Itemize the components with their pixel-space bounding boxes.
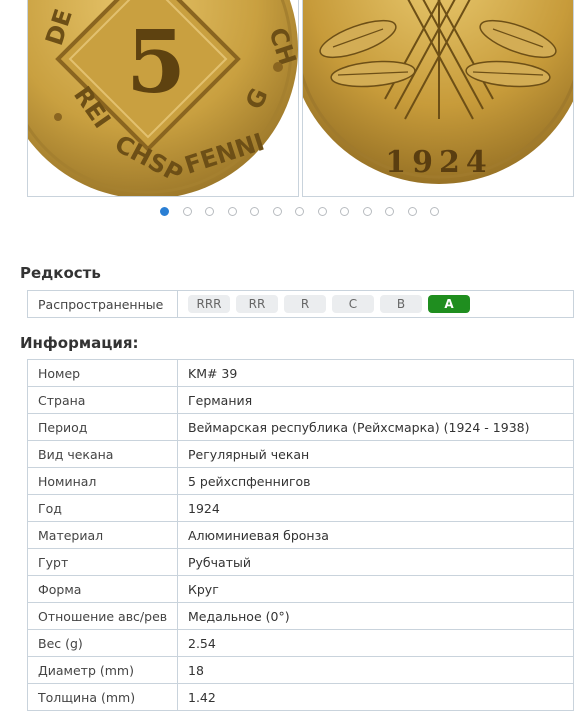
info-row: Гурт Рубчатый — [27, 548, 574, 576]
info-key: Страна — [27, 386, 178, 414]
slider-dot[interactable] — [385, 207, 394, 216]
info-value: Круг — [177, 575, 574, 603]
info-value: Рубчатый — [177, 548, 574, 576]
info-row: Отношение авс/рев Медальное (0°) — [27, 602, 574, 630]
info-row: Диаметр (mm) 18 — [27, 656, 574, 684]
info-row: Толщина (mm) 1.42 — [27, 683, 574, 711]
rarity-grade-badge: RRR — [188, 295, 230, 313]
rarity-row: Распространенные RRR RR R C B A — [27, 290, 574, 318]
info-row: Материал Алюминиевая бронза — [27, 521, 574, 549]
rarity-grade-badge: B — [380, 295, 422, 313]
rarity-heading: Редкость — [20, 264, 101, 282]
slider-dot[interactable] — [182, 207, 192, 216]
info-key: Номинал — [27, 467, 178, 495]
rarity-grade-badge: R — [284, 295, 326, 313]
info-key: Материал — [27, 521, 178, 549]
slider-dot[interactable] — [340, 207, 349, 216]
info-value: Медальное (0°) — [177, 602, 574, 630]
info-value: Веймарская республика (Рейхсмарка) (1924… — [177, 413, 574, 441]
info-key: Вес (g) — [27, 629, 178, 657]
slider-dot[interactable] — [317, 207, 327, 216]
info-value: 2.54 — [177, 629, 574, 657]
slider-dot[interactable] — [362, 207, 372, 216]
info-value: Алюминиевая бронза — [177, 521, 574, 549]
slider-dot[interactable] — [160, 207, 169, 216]
coin-year: 1924 — [385, 145, 493, 180]
info-value: 18 — [177, 656, 574, 684]
rarity-grade-badge: C — [332, 295, 374, 313]
info-value: 5 рейхспфеннигов — [177, 467, 574, 495]
info-heading: Информация: — [20, 334, 139, 352]
info-row: Форма Круг — [27, 575, 574, 603]
info-table: Номер KM# 39 Страна Германия Период Веймарска… — [27, 359, 574, 711]
info-row: Номер KM# 39 — [27, 359, 574, 387]
info-key: Вид чекана — [27, 440, 178, 468]
rarity-grade-badge: RR — [236, 295, 278, 313]
info-row: Номинал 5 рейхспфеннигов — [27, 467, 574, 495]
info-value: KM# 39 — [177, 359, 574, 387]
obverse-image[interactable]: 5 DE CH REI CHSP FENNI G — [27, 0, 299, 197]
info-key: Форма — [27, 575, 178, 603]
info-row: Вид чекана Регулярный чекан — [27, 440, 574, 468]
info-value: Регулярный чекан — [177, 440, 574, 468]
info-key: Период — [27, 413, 178, 441]
rarity-grades: RRR RR R C B A — [177, 290, 574, 318]
info-key: Год — [27, 494, 178, 522]
info-key: Гурт — [27, 548, 178, 576]
coin-gallery: 5 DE CH REI CHSP FENNI G 1924 — [0, 0, 582, 216]
info-value: 1.42 — [177, 683, 574, 711]
slider-dot[interactable] — [407, 207, 417, 216]
info-value: 1924 — [177, 494, 574, 522]
slider-dot[interactable] — [250, 207, 259, 216]
rarity-label: Распространенные — [27, 290, 178, 318]
info-key: Отношение авс/рев — [27, 602, 178, 630]
rarity-table: Распространенные RRR RR R C B A — [27, 290, 574, 318]
info-row: Страна Германия — [27, 386, 574, 414]
coin-denomination: 5 — [126, 12, 186, 113]
info-key: Толщина (mm) — [27, 683, 178, 711]
rarity-grade-badge: A — [428, 295, 470, 313]
slider-dot[interactable] — [295, 207, 304, 216]
slider-dot[interactable] — [205, 207, 214, 216]
info-row: Период Веймарская республика (Рейхсмарка)… — [27, 413, 574, 441]
info-value: Германия — [177, 386, 574, 414]
info-row: Год 1924 — [27, 494, 574, 522]
slider-dot[interactable] — [272, 207, 282, 216]
slider-dot[interactable] — [430, 207, 439, 216]
info-key: Диаметр (mm) — [27, 656, 178, 684]
slider-dot[interactable] — [227, 207, 237, 216]
info-row: Вес (g) 2.54 — [27, 629, 574, 657]
info-key: Номер — [27, 359, 178, 387]
reverse-image[interactable]: 1924 — [302, 0, 574, 197]
